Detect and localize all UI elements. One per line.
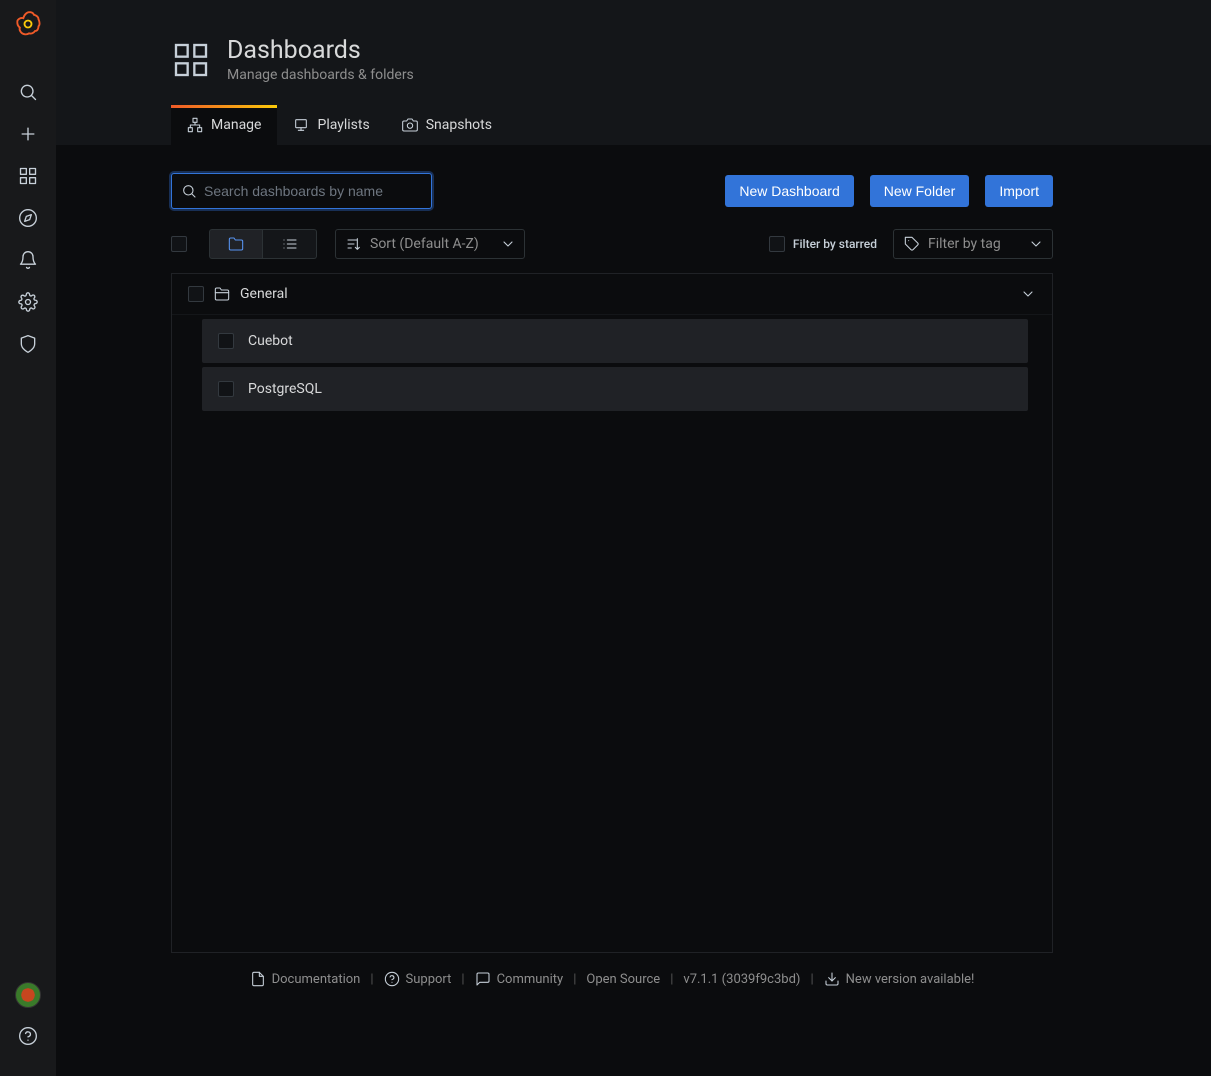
shield-nav-icon[interactable]: [18, 334, 38, 354]
folder-view-toggle[interactable]: [209, 229, 263, 259]
folder-row[interactable]: General: [172, 274, 1052, 315]
footer-update[interactable]: New version available!: [824, 971, 975, 987]
import-button[interactable]: Import: [985, 175, 1053, 207]
camera-icon: [402, 117, 418, 133]
dashboard-checkbox[interactable]: [218, 333, 234, 349]
filter-starred-checkbox[interactable]: [769, 236, 785, 252]
dashboards-page-icon: [171, 40, 211, 80]
chevron-down-icon: [1028, 236, 1044, 252]
footer-support[interactable]: Support: [384, 971, 452, 987]
new-folder-button[interactable]: New Folder: [870, 175, 970, 207]
tag-icon: [904, 236, 920, 252]
playlist-icon: [293, 117, 309, 133]
tab-label: Manage: [211, 117, 261, 133]
sort-icon: [346, 236, 362, 252]
sitemap-icon: [187, 117, 203, 133]
alerting-nav-icon[interactable]: [18, 250, 38, 270]
filter-starred-label: Filter by starred: [793, 237, 877, 251]
document-icon: [250, 971, 266, 987]
chevron-down-icon[interactable]: [1020, 286, 1036, 302]
grafana-logo-icon: [14, 10, 42, 38]
dashboard-name: PostgreSQL: [248, 381, 322, 397]
page-subtitle: Manage dashboards & folders: [227, 67, 414, 83]
footer-community[interactable]: Community: [475, 971, 564, 987]
dashboard-checkbox[interactable]: [218, 381, 234, 397]
tag-placeholder: Filter by tag: [928, 236, 1001, 252]
select-all-checkbox[interactable]: [171, 236, 187, 252]
chevron-down-icon: [500, 236, 516, 252]
list-view-toggle[interactable]: [263, 229, 317, 259]
side-nav: [0, 0, 56, 1076]
footer-version: v7.1.1 (3039f9c3bd): [683, 972, 800, 987]
search-icon: [181, 183, 197, 199]
sort-label: Sort (Default A-Z): [370, 236, 479, 252]
settings-nav-icon[interactable]: [18, 292, 38, 312]
tab-manage[interactable]: Manage: [171, 105, 277, 145]
help-nav-icon[interactable]: [18, 1026, 38, 1046]
folder-open-icon: [214, 286, 230, 302]
dashboards-nav-icon[interactable]: [18, 166, 38, 186]
create-nav-icon[interactable]: [18, 124, 38, 144]
tab-label: Playlists: [317, 117, 369, 133]
footer: Documentation | Support | Community | Op…: [171, 971, 1053, 987]
folder-icon: [228, 236, 244, 252]
question-icon: [384, 971, 400, 987]
tabs: Manage Playlists Snapshots: [171, 105, 1051, 145]
footer-edition[interactable]: Open Source: [586, 972, 660, 987]
dashboard-list-panel: General Cuebot PostgreSQL: [171, 273, 1053, 953]
folder-name: General: [240, 286, 288, 302]
dashboard-row[interactable]: Cuebot: [202, 319, 1028, 363]
list-icon: [282, 236, 298, 252]
footer-documentation[interactable]: Documentation: [250, 971, 361, 987]
page-title: Dashboards: [227, 36, 414, 65]
tag-filter-select[interactable]: Filter by tag: [893, 229, 1053, 259]
search-nav-icon[interactable]: [18, 82, 38, 102]
tab-playlists[interactable]: Playlists: [277, 105, 385, 145]
main-content: Dashboards Manage dashboards & folders M…: [56, 0, 1211, 1076]
grafana-logo[interactable]: [14, 10, 42, 42]
explore-nav-icon[interactable]: [18, 208, 38, 228]
dashboard-name: Cuebot: [248, 333, 293, 349]
download-icon: [824, 971, 840, 987]
dashboard-row[interactable]: PostgreSQL: [202, 367, 1028, 411]
tab-snapshots[interactable]: Snapshots: [386, 105, 508, 145]
folder-checkbox[interactable]: [188, 286, 204, 302]
new-dashboard-button[interactable]: New Dashboard: [725, 175, 853, 207]
tab-label: Snapshots: [426, 117, 492, 133]
user-avatar[interactable]: [15, 982, 41, 1008]
sort-select[interactable]: Sort (Default A-Z): [335, 229, 525, 259]
search-input[interactable]: [171, 173, 432, 209]
chat-icon: [475, 971, 491, 987]
